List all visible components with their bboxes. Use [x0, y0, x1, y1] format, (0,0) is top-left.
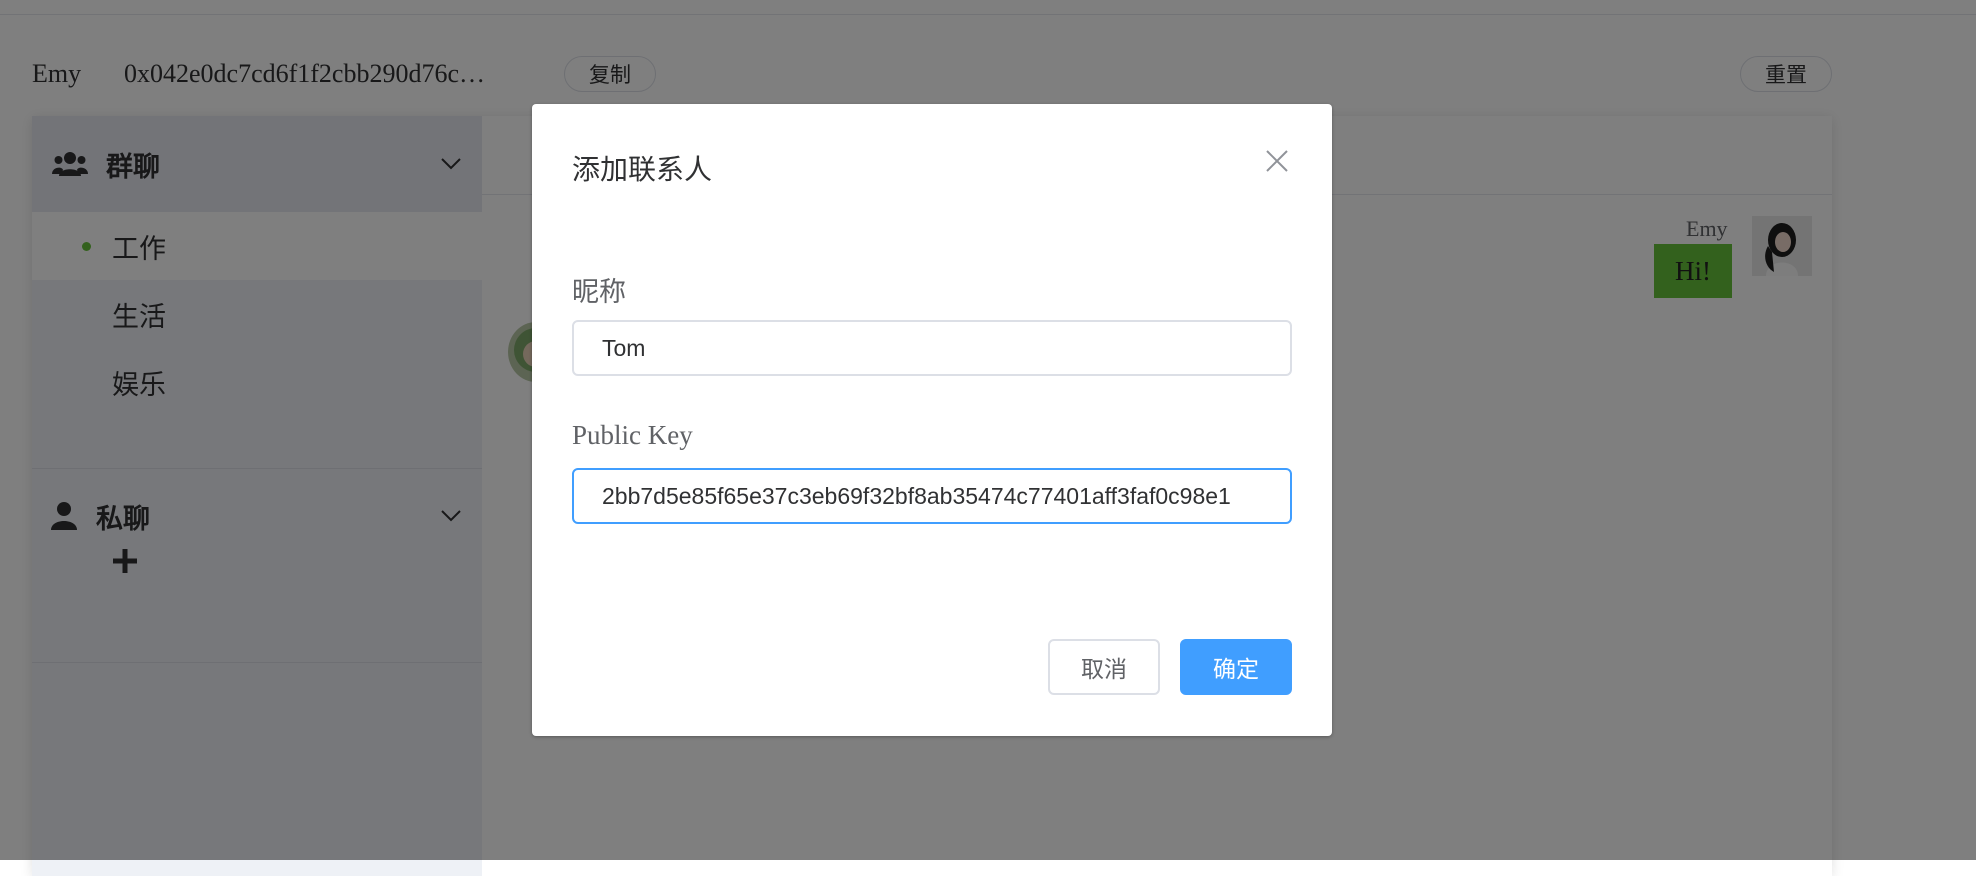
confirm-button[interactable]: 确定	[1180, 639, 1292, 695]
add-contact-dialog: 添加联系人 昵称 Public Key 取消 确定	[532, 104, 1332, 736]
nickname-label: 昵称	[572, 277, 626, 308]
close-icon[interactable]	[1262, 146, 1292, 176]
public-key-input[interactable]	[572, 468, 1292, 524]
public-key-label: Public Key	[572, 420, 693, 450]
cancel-button[interactable]: 取消	[1048, 639, 1160, 695]
nickname-input[interactable]	[572, 320, 1292, 376]
dialog-title: 添加联系人	[572, 153, 713, 186]
